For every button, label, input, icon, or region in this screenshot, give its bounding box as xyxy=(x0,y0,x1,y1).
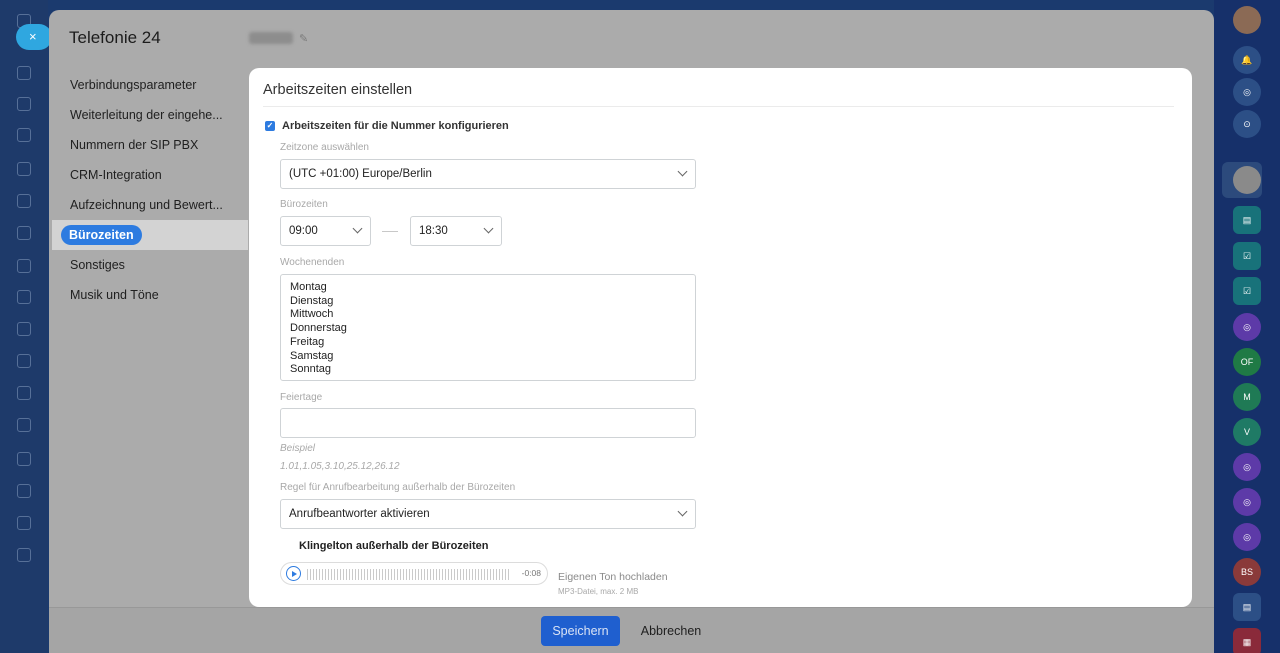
contacts-icon[interactable] xyxy=(17,162,31,176)
office-hours-dialog: Arbeitszeiten einstellen ✓ Arbeitszeiten… xyxy=(249,68,1192,607)
rule-select[interactable]: Anrufbeantworter aktivieren xyxy=(280,499,696,529)
home-icon[interactable] xyxy=(17,66,31,80)
weekday-option[interactable]: Freitag xyxy=(290,336,695,350)
upload-ringtone-link[interactable]: Eigenen Ton hochladen xyxy=(558,571,668,583)
user-avatar[interactable] xyxy=(1233,166,1261,194)
chevron-down-icon xyxy=(352,223,363,234)
close-icon: × xyxy=(29,29,37,44)
open-channel-icon-3[interactable]: ◎ xyxy=(1233,488,1261,516)
crm-icon[interactable] xyxy=(17,194,31,208)
ringtone-title: Klingelton außerhalb der Bürozeiten xyxy=(299,540,489,552)
task-check-icon-2[interactable]: ☑ xyxy=(1233,277,1261,305)
chevron-down-icon xyxy=(677,166,688,177)
nav-item-connection[interactable]: Verbindungsparameter xyxy=(52,70,248,100)
dialog-divider xyxy=(263,106,1174,107)
configure-hours-row[interactable]: ✓ Arbeitszeiten für die Nummer konfiguri… xyxy=(265,120,509,132)
files-icon[interactable] xyxy=(17,226,31,240)
settings-nav: Verbindungsparameter Weiterleitung der e… xyxy=(52,70,248,310)
close-slider-button[interactable]: × xyxy=(16,24,52,50)
task-check-icon[interactable]: ☑ xyxy=(1233,242,1261,270)
chat-icon[interactable] xyxy=(17,259,31,273)
save-button[interactable]: Speichern xyxy=(541,616,620,646)
contact-card-icon[interactable]: ▤ xyxy=(1233,206,1261,234)
chevron-down-icon xyxy=(677,506,688,517)
waveform[interactable] xyxy=(307,569,511,580)
target-icon[interactable]: ◎ xyxy=(1233,78,1261,106)
panel-title: Telefonie 24 xyxy=(69,28,161,47)
holidays-example-label: Beispiel xyxy=(280,443,316,454)
documents-icon[interactable] xyxy=(17,128,31,142)
weekday-option[interactable]: Sonntag xyxy=(290,363,695,377)
timezone-select[interactable]: (UTC +01:00) Europe/Berlin xyxy=(280,159,696,189)
weekday-option[interactable]: Donnerstag xyxy=(290,322,695,336)
holidays-input[interactable] xyxy=(280,408,696,438)
nav-item-sip-numbers[interactable]: Nummern der SIP PBX xyxy=(52,130,248,160)
nav-item-music[interactable]: Musik und Töne xyxy=(52,280,248,310)
start-time-select[interactable]: 09:00 xyxy=(280,216,371,246)
rule-value: Anrufbeantworter aktivieren xyxy=(289,508,430,520)
tasks-icon[interactable] xyxy=(17,290,31,304)
configure-hours-label: Arbeitszeiten für die Nummer konfigurier… xyxy=(282,120,509,132)
weekday-option[interactable]: Dienstag xyxy=(290,295,695,309)
avatar-bs[interactable]: BS xyxy=(1233,558,1261,586)
nav-item-forwarding[interactable]: Weiterleitung der eingehe... xyxy=(52,100,248,130)
holidays-label: Feiertage xyxy=(280,392,323,403)
start-time-value: 09:00 xyxy=(289,225,318,237)
bell-icon[interactable]: 🔔 xyxy=(1233,46,1261,74)
avatar-m[interactable]: M xyxy=(1233,383,1261,411)
settings-icon[interactable] xyxy=(17,418,31,432)
weekday-option[interactable]: Samstag xyxy=(290,350,695,364)
weekday-option[interactable]: Mittwoch xyxy=(290,308,695,322)
time-range-dash xyxy=(382,231,398,232)
profile-avatar[interactable] xyxy=(1233,6,1261,34)
weekday-option[interactable]: Montag xyxy=(290,281,695,295)
pen-icon[interactable] xyxy=(17,452,31,466)
left-navigation-rail xyxy=(0,0,48,653)
contact-card-icon-2[interactable]: ▤ xyxy=(1233,593,1261,621)
mail-icon[interactable] xyxy=(17,322,31,336)
nav-item-office-hours[interactable]: Bürozeiten xyxy=(52,220,248,250)
open-channel-icon-2[interactable]: ◎ xyxy=(1233,453,1261,481)
end-time-select[interactable]: 18:30 xyxy=(410,216,502,246)
holidays-example-value: 1.01,1.05,3.10,25.12,26.12 xyxy=(280,461,400,472)
phone-number-blurred xyxy=(249,32,293,44)
calendar-icon[interactable] xyxy=(17,386,31,400)
configure-hours-checkbox[interactable]: ✓ xyxy=(265,121,275,131)
more-icon[interactable] xyxy=(17,548,31,562)
open-channel-icon-4[interactable]: ◎ xyxy=(1233,523,1261,551)
weekends-label: Wochenenden xyxy=(280,257,345,268)
right-rail: 🔔 ◎ ⊙ ▤ ☑ ☑ ◎ OF M V ◎ ◎ ◎ BS ▤ ▦ xyxy=(1214,0,1280,653)
nav-item-other[interactable]: Sonstiges xyxy=(52,250,248,280)
timezone-value: (UTC +01:00) Europe/Berlin xyxy=(289,168,432,180)
calendar-icon-right[interactable]: ▦ xyxy=(1233,628,1261,653)
audio-time: -0:08 xyxy=(521,568,541,578)
rule-label: Regel für Anrufbearbeitung außerhalb der… xyxy=(280,482,516,493)
end-time-value: 18:30 xyxy=(419,225,448,237)
open-channel-icon[interactable]: ◎ xyxy=(1233,313,1261,341)
avatar-v[interactable]: V xyxy=(1233,418,1261,446)
audio-player: -0:08 xyxy=(280,562,548,585)
feed-icon[interactable] xyxy=(17,97,31,111)
timezone-label: Zeitzone auswählen xyxy=(280,142,369,153)
avatar-of[interactable]: OF xyxy=(1233,348,1261,376)
edit-pencil-icon[interactable]: ✎ xyxy=(299,32,308,45)
dialog-title: Arbeitszeiten einstellen xyxy=(263,82,413,98)
messages-icon[interactable] xyxy=(17,354,31,368)
weekends-multiselect[interactable]: Montag Dienstag Mittwoch Donnerstag Frei… xyxy=(280,274,696,381)
play-icon[interactable] xyxy=(286,566,301,581)
nav-item-crm[interactable]: CRM-Integration xyxy=(52,160,248,190)
footer-bar: Speichern Abbrechen xyxy=(49,607,1214,653)
chevron-down-icon xyxy=(483,223,494,234)
upload-hint: MP3-Datei, max. 2 MB xyxy=(558,587,639,596)
nav-item-office-hours-label: Bürozeiten xyxy=(61,225,142,245)
search-chat-icon[interactable]: ⊙ xyxy=(1233,110,1261,138)
apps-icon[interactable] xyxy=(17,516,31,530)
office-hours-label: Bürozeiten xyxy=(280,199,328,210)
shop-icon[interactable] xyxy=(17,484,31,498)
nav-item-recording[interactable]: Aufzeichnung und Bewert... xyxy=(52,190,248,220)
cancel-button[interactable]: Abbrechen xyxy=(633,616,709,646)
